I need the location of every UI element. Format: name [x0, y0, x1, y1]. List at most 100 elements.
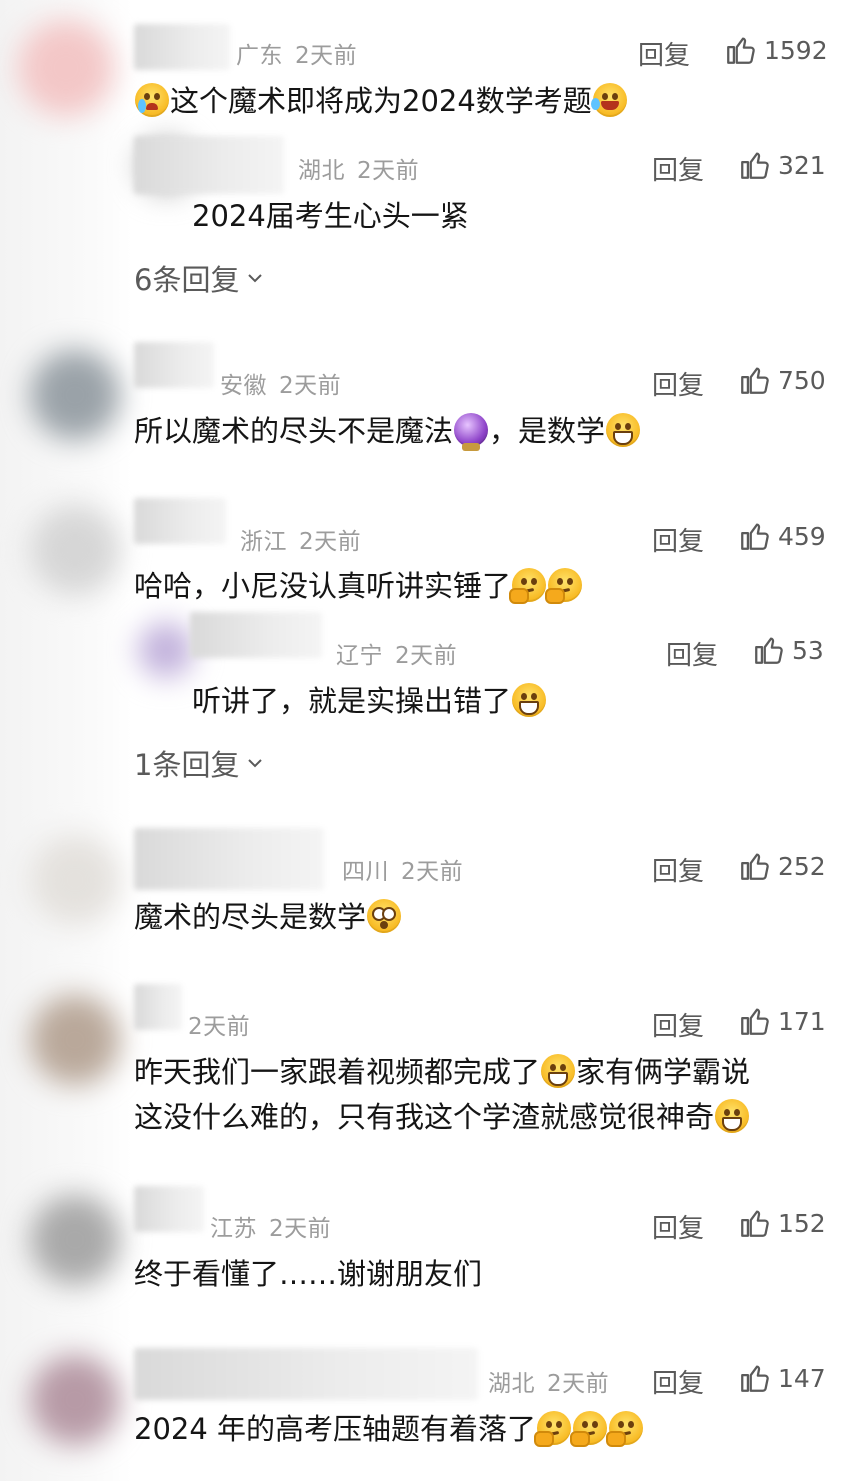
comment-text: 昨天我们一家跟着视频都完成了 家有俩学霸说 — [134, 1054, 751, 1089]
chevron-down-icon — [248, 274, 263, 283]
username-blurred[interactable] — [134, 984, 182, 1030]
username-blurred[interactable] — [134, 1348, 478, 1400]
thumbs-up-icon — [741, 1210, 769, 1237]
grinning-face-icon — [541, 1054, 576, 1088]
avatar[interactable] — [138, 622, 194, 678]
like-button[interactable]: 53 — [752, 633, 824, 667]
expand-replies-button[interactable]: 1条回复 — [134, 742, 265, 784]
avatar[interactable] — [30, 1355, 120, 1445]
comment-text: 2024 年的高考压轴题有着落了 — [134, 1408, 644, 1451]
like-button[interactable]: 750 — [738, 363, 826, 397]
like-button[interactable]: 321 — [738, 148, 826, 182]
grinning-face-icon — [606, 413, 641, 447]
timestamp: 2天前 — [357, 158, 420, 184]
thumbs-up-icon — [727, 37, 755, 64]
comment-text: 2024届考生心头一紧 — [192, 199, 469, 233]
astonished-face-icon — [367, 899, 402, 933]
expand-replies-button[interactable]: 6条回复 — [134, 257, 265, 299]
location: 四川 — [342, 859, 389, 885]
like-button[interactable]: 459 — [738, 519, 826, 553]
location: 浙江 — [240, 529, 287, 555]
timestamp: 2天前 — [295, 43, 358, 69]
timestamp: 2天前 — [279, 373, 342, 399]
location: 湖北 — [298, 158, 345, 184]
timestamp: 2天前 — [395, 643, 458, 669]
thinking-face-icon — [534, 1411, 572, 1447]
reply-button[interactable]: 回复 — [666, 635, 718, 672]
comment-meta: 江苏 2天前 — [210, 1209, 331, 1243]
timestamp: 2天前 — [547, 1371, 610, 1397]
thumbs-up-icon — [741, 152, 769, 179]
thinking-face-icon — [545, 568, 583, 604]
avatar[interactable] — [18, 20, 114, 116]
reply-button[interactable]: 回复 — [652, 521, 704, 558]
avatar[interactable] — [30, 1195, 120, 1285]
reply-button[interactable]: 回复 — [652, 365, 704, 402]
thinking-face-icon — [606, 1411, 644, 1447]
thumbs-up-icon — [755, 637, 783, 664]
like-button[interactable]: 152 — [738, 1206, 826, 1240]
reply-button[interactable]: 回复 — [638, 35, 690, 72]
location: 辽宁 — [336, 643, 383, 669]
username-blurred[interactable] — [134, 24, 230, 70]
reply-button[interactable]: 回复 — [652, 851, 704, 888]
username-blurred[interactable] — [134, 498, 226, 544]
timestamp: 2天前 — [188, 1014, 251, 1040]
reply-button[interactable]: 回复 — [652, 1006, 704, 1043]
like-button[interactable]: 171 — [738, 1004, 826, 1038]
avatar[interactable] — [30, 995, 120, 1085]
like-count: 459 — [778, 521, 826, 551]
grinning-face-icon — [715, 1099, 750, 1133]
like-count: 147 — [778, 1363, 826, 1393]
username-blurred[interactable] — [134, 828, 324, 890]
comment-meta: 辽宁 2天前 — [336, 636, 457, 670]
avatar[interactable] — [30, 835, 120, 925]
like-button[interactable]: 252 — [738, 849, 826, 883]
comment-meta: 安徽 2天前 — [220, 366, 341, 400]
like-count: 321 — [778, 150, 826, 180]
username-blurred[interactable] — [190, 612, 322, 658]
like-count: 152 — [778, 1208, 826, 1238]
location: 江苏 — [210, 1216, 257, 1242]
comment-text: 听讲了，就是实操出错了 — [192, 680, 547, 723]
location: 湖北 — [488, 1371, 535, 1397]
comment-text: 这个魔术即将成为2024数学考题 — [134, 80, 628, 123]
like-count: 171 — [778, 1006, 826, 1036]
username-blurred[interactable] — [134, 342, 214, 388]
like-count: 750 — [778, 365, 826, 395]
comment-meta: 四川 2天前 — [342, 852, 463, 886]
laughing-tears-icon — [590, 83, 627, 117]
thinking-face-icon — [509, 568, 547, 604]
comment-text: 魔术的尽头是数学 — [134, 896, 402, 939]
reply-button[interactable]: 回复 — [652, 150, 704, 187]
thumbs-up-icon — [741, 367, 769, 394]
grinning-face-icon — [512, 683, 547, 717]
username-blurred[interactable] — [134, 136, 284, 194]
comment-meta: 湖北 2天前 — [298, 151, 419, 185]
avatar[interactable] — [30, 505, 120, 595]
comment-meta: 2天前 — [188, 1007, 250, 1041]
username-blurred[interactable] — [134, 1186, 204, 1232]
reply-button[interactable]: 回复 — [652, 1208, 704, 1245]
comment-meta: 湖北 2天前 — [488, 1364, 609, 1398]
timestamp: 2天前 — [269, 1216, 332, 1242]
avatar[interactable] — [30, 350, 120, 440]
comment-meta: 广东 2天前 — [236, 36, 357, 70]
comment-text-line-2: 这没什么难的，只有我这个学渣就感觉很神奇 — [134, 1096, 750, 1139]
location: 安徽 — [220, 373, 267, 399]
like-button[interactable]: 147 — [738, 1361, 826, 1395]
crying-face-icon — [135, 83, 169, 117]
like-count: 252 — [778, 851, 826, 881]
like-button[interactable]: 1592 — [724, 33, 828, 67]
thinking-face-icon — [570, 1411, 608, 1447]
chevron-down-icon — [248, 759, 263, 768]
timestamp: 2天前 — [299, 529, 362, 555]
thumbs-up-icon — [741, 853, 769, 880]
crystal-ball-icon — [454, 413, 489, 451]
location: 广东 — [236, 43, 283, 69]
comment-text: 哈哈，小尼没认真听讲实锤了 — [134, 565, 583, 608]
reply-button[interactable]: 回复 — [652, 1363, 704, 1400]
timestamp: 2天前 — [401, 859, 464, 885]
comment-text: 所以魔术的尽头不是魔法 ，是数学 — [134, 410, 641, 453]
thumbs-up-icon — [741, 1365, 769, 1392]
